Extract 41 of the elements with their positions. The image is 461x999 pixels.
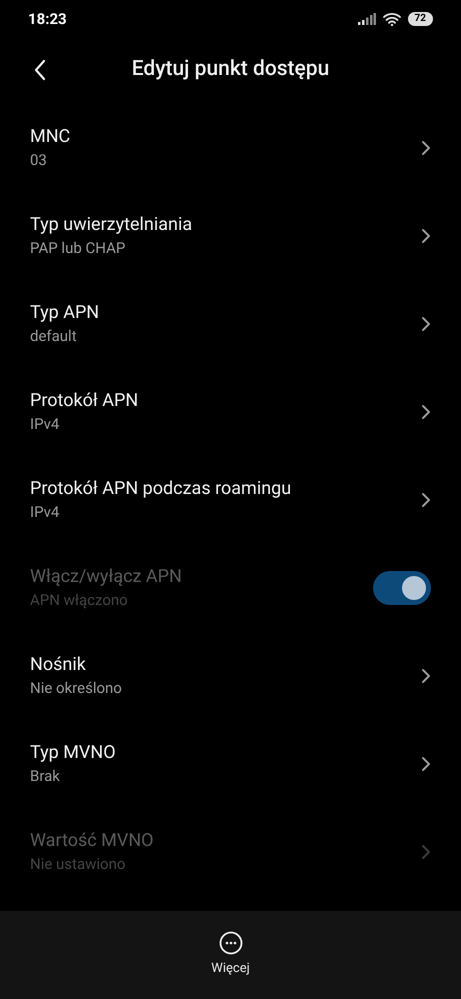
more-button[interactable]: Więcej	[211, 931, 250, 979]
row-title: MNC	[30, 125, 70, 149]
row-value: Brak	[30, 766, 61, 787]
settings-row[interactable]: Protokół APN IPv4	[0, 368, 461, 456]
settings-row[interactable]: MNC 03	[0, 104, 461, 192]
row-title: Typ MVNO	[30, 741, 116, 765]
chevron-right-icon	[421, 668, 431, 684]
settings-row[interactable]: Typ APN default	[0, 280, 461, 368]
row-title: Nośnik	[30, 653, 87, 677]
row-title: Protokół APN podczas roamingu	[30, 477, 292, 501]
chevron-right-icon	[421, 492, 431, 508]
wifi-icon	[382, 12, 401, 26]
row-value: default	[30, 326, 78, 347]
settings-row[interactable]: Protokół APN podczas roamingu IPv4	[0, 456, 461, 544]
back-icon	[34, 58, 46, 80]
row-title: Protokół APN	[30, 389, 138, 413]
row-title: Włącz/wyłącz APN	[30, 565, 182, 589]
settings-row[interactable]: Nośnik Nie określono	[0, 632, 461, 720]
signal-icon	[358, 13, 376, 25]
row-title: Wartość MVNO	[30, 829, 154, 853]
chevron-right-icon	[421, 140, 431, 156]
page-title: Edytuj punkt dostępu	[132, 56, 330, 83]
battery-indicator: 72	[408, 12, 433, 26]
more-icon	[218, 931, 242, 956]
status-time: 18:23	[28, 8, 67, 30]
chevron-right-icon	[421, 316, 431, 332]
row-value: IPv4	[30, 414, 60, 435]
settings-row[interactable]: Typ MVNO Brak	[0, 720, 461, 808]
chevron-right-icon	[421, 228, 431, 244]
row-value: PAP lub CHAP	[30, 238, 126, 259]
settings-row[interactable]: Typ uwierzytelniania PAP lub CHAP	[0, 192, 461, 280]
chevron-right-icon	[421, 404, 431, 420]
row-value: 03	[30, 150, 48, 171]
chevron-right-icon	[421, 756, 431, 772]
row-value: IPv4	[30, 502, 60, 523]
chevron-right-icon	[421, 844, 431, 860]
row-value: Nie określono	[30, 678, 122, 699]
row-value: Nie ustawiono	[30, 854, 126, 875]
row-title: Typ APN	[30, 301, 100, 325]
row-value: APN włączono	[30, 590, 129, 611]
row-title: Typ uwierzytelniania	[30, 213, 192, 237]
